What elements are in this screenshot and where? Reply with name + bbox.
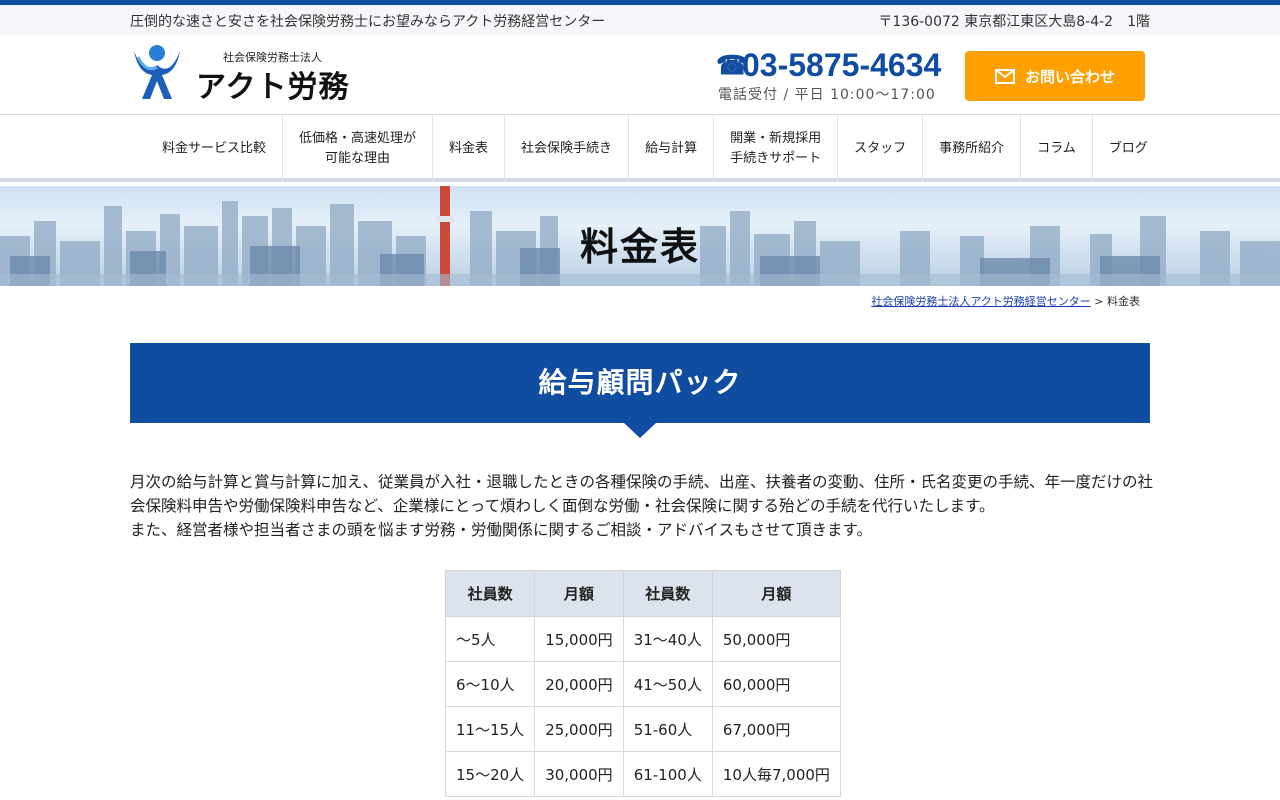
phone-number[interactable]: ☎03-5875-4634 — [716, 47, 941, 84]
table-cell: 20,000円 — [534, 661, 624, 707]
table-row: 6〜10人 20,000円 41〜50人 60,000円 — [444, 661, 841, 707]
table-header: 社員数 — [622, 570, 713, 617]
nav-item-low-price-reason[interactable]: 低価格・高速処理が 可能な理由 — [283, 116, 434, 182]
table-row: 15〜20人 30,000円 61-100人 10人毎7,000円 — [444, 751, 841, 797]
page-hero: 料金表 — [0, 186, 1280, 286]
table-cell: 6〜10人 — [444, 661, 536, 707]
table-cell: 〜5人 — [444, 616, 536, 662]
table-cell: 67,000円 — [711, 706, 841, 752]
table-cell: 51-60人 — [622, 706, 713, 752]
top-bar: 圧倒的な速さと安さを社会保険労務士にお望みならアクト労務経営センター 〒136-… — [0, 0, 1280, 35]
logo-person-icon — [134, 45, 180, 99]
table-cell: 61-100人 — [622, 751, 713, 797]
table-header-row: 社員数 月額 社員数 月額 — [444, 570, 841, 617]
description-paragraph-2: また、経営者様や担当者さまの頭を悩ます労務・労働関係に関するご相談・アドバイスも… — [130, 521, 872, 539]
table-cell: 25,000円 — [534, 706, 624, 752]
table-cell: 15,000円 — [534, 616, 624, 662]
contact-button-label: お問い合わせ — [1024, 67, 1115, 86]
logo-title: アクト労務 — [196, 70, 350, 105]
table-cell: 15〜20人 — [444, 751, 536, 797]
site-header: 社会保険労務士法人 アクト労務 ☎03-5875-4634 電話受付 / 平日 … — [0, 35, 1280, 115]
phone-icon: ☎ — [716, 50, 749, 80]
nav-item-blog[interactable]: ブログ — [1093, 116, 1164, 182]
section-heading: 給与顧問パック — [130, 343, 1150, 423]
office-address: 〒136-0072 東京都江東区大島8-4-2 1階 — [878, 14, 1150, 30]
global-nav: 料金サービス比較 低価格・高速処理が 可能な理由 料金表 社会保険手続き 給与計… — [0, 116, 1280, 182]
table-cell: 50,000円 — [711, 616, 841, 662]
table-header: 月額 — [534, 570, 624, 617]
phone-hours: 電話受付 / 平日 10:00〜17:00 — [718, 87, 936, 103]
table-cell: 31〜40人 — [622, 616, 713, 662]
table-header: 月額 — [711, 570, 841, 617]
nav-item-payroll[interactable]: 給与計算 — [629, 116, 715, 182]
contact-button[interactable]: お問い合わせ — [965, 51, 1145, 101]
section-heading-arrow — [624, 423, 656, 438]
nav-item-startup-support[interactable]: 開業・新規採用 手続きサポート — [714, 116, 839, 182]
nav-item-service-comparison[interactable]: 料金サービス比較 — [146, 116, 284, 182]
breadcrumb: 社会保険労務士法人アクト労務経営センター > 料金表 — [871, 293, 1140, 309]
nav-item-social-insurance[interactable]: 社会保険手続き — [505, 116, 630, 182]
price-table: 社員数 月額 社員数 月額 〜5人 15,000円 31〜40人 50,000円… — [444, 570, 841, 797]
nav-item-price-list[interactable]: 料金表 — [433, 116, 506, 182]
mail-icon — [994, 68, 1015, 84]
nav-item-column[interactable]: コラム — [1021, 116, 1093, 182]
table-cell: 11〜15人 — [444, 706, 536, 752]
table-row: 〜5人 15,000円 31〜40人 50,000円 — [444, 616, 841, 662]
table-cell: 10人毎7,000円 — [711, 751, 841, 797]
table-row: 11〜15人 25,000円 51-60人 67,000円 — [444, 706, 841, 752]
breadcrumb-separator: > — [1090, 295, 1107, 308]
table-cell: 60,000円 — [711, 661, 841, 707]
nav-item-staff[interactable]: スタッフ — [838, 116, 924, 182]
tagline: 圧倒的な速さと安さを社会保険労務士にお望みならアクト労務経営センター — [130, 14, 606, 30]
table-cell: 30,000円 — [534, 751, 624, 797]
page-title: 料金表 — [579, 225, 700, 269]
breadcrumb-home-link[interactable]: 社会保険労務士法人アクト労務経営センター — [871, 295, 1090, 308]
table-cell: 41〜50人 — [622, 661, 713, 707]
phone-number-text: 03-5875-4634 — [742, 47, 942, 83]
nav-item-office[interactable]: 事務所紹介 — [923, 116, 1022, 182]
description-paragraph-1: 月次の給与計算と賞与計算に加え、従業員が入社・退職したときの各種保険の手続、出産… — [130, 473, 1154, 515]
section-description: 月次の給与計算と賞与計算に加え、従業員が入社・退職したときの各種保険の手続、出産… — [130, 470, 1155, 542]
breadcrumb-current: 料金表 — [1107, 295, 1140, 308]
table-header: 社員数 — [444, 570, 536, 617]
